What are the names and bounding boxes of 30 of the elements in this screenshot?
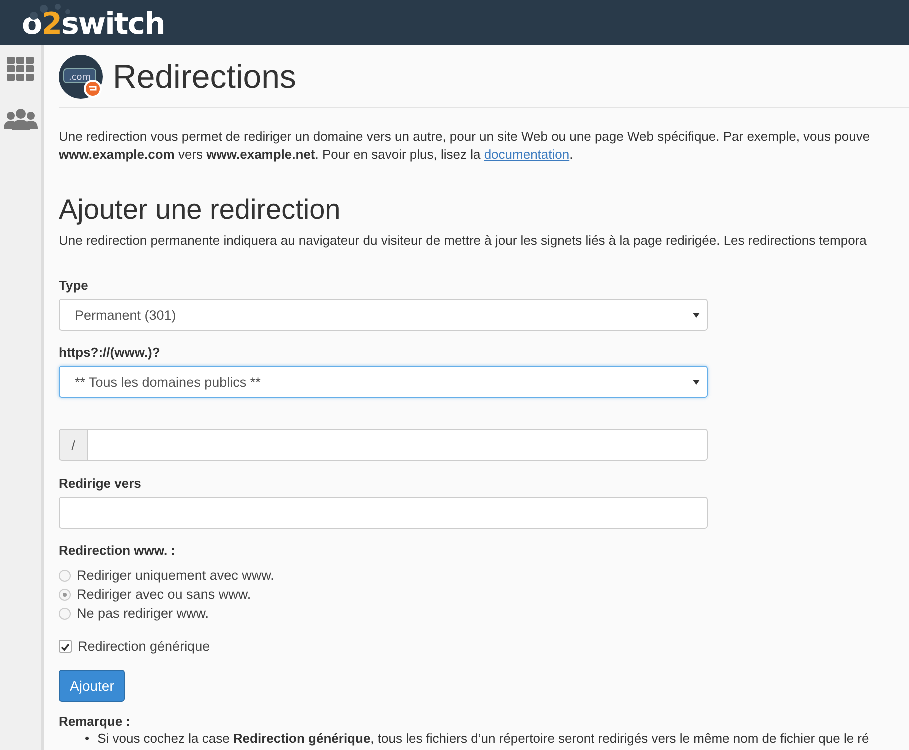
radio-button[interactable] — [59, 588, 71, 600]
domain-select[interactable]: ** Tous les domaines publics ** — [59, 366, 708, 398]
radio-label[interactable]: Rediriger avec ou sans www. — [77, 587, 252, 602]
radio-button[interactable] — [59, 570, 71, 582]
path-prefix: / — [59, 429, 88, 461]
note-text: Si vous cochez la case Redirection générique, tous les fichiers d’un répertoire seront redirigés vers le même nom de fichier que le ré — [98, 730, 870, 747]
field-label: Type — [59, 278, 90, 293]
documentation-link[interactable]: documentation — [484, 147, 570, 162]
bullet: • — [85, 730, 90, 747]
radio-button[interactable] — [59, 608, 71, 620]
caret-icon — [693, 380, 700, 384]
type-select[interactable]: Permanent (301) — [59, 299, 708, 331]
add-button[interactable]: Ajouter — [59, 670, 126, 702]
field-label: Redirige vers — [59, 476, 142, 491]
domain-redirect-icon: .com — [59, 55, 103, 99]
section-title: Ajouter une redirection — [59, 194, 342, 226]
radio-label[interactable]: Ne pas rediriger www. — [77, 606, 210, 621]
field-label: https?://(www.)? — [59, 345, 162, 360]
path-input[interactable] — [88, 429, 708, 461]
target-url-input[interactable] — [59, 497, 708, 529]
checkbox-label[interactable]: Redirection générique — [78, 639, 210, 654]
field-label: Redirection www. : — [59, 543, 177, 558]
caret-icon — [693, 312, 700, 318]
intro-text: www.example.com vers www.example.net. Pour en savoir plus, lisez la documentation. — [59, 146, 574, 164]
checkbox[interactable] — [59, 640, 72, 653]
page-title: Redirections — [113, 58, 296, 96]
notes-title: Remarque : — [59, 714, 132, 729]
intro-text: Une redirection vous permet de rediriger un domaine vers un autre, pour un site Web ou une page Web spécifique. Par exemple, vous pouve — [59, 128, 872, 146]
section-description: Une redirection permanente indiquera au navigateur du visiteur de mettre à jour les signets liés à la page redirigée. Les redirections tempora — [59, 232, 868, 250]
radio-label[interactable]: Rediriger uniquement avec www. — [77, 568, 274, 583]
